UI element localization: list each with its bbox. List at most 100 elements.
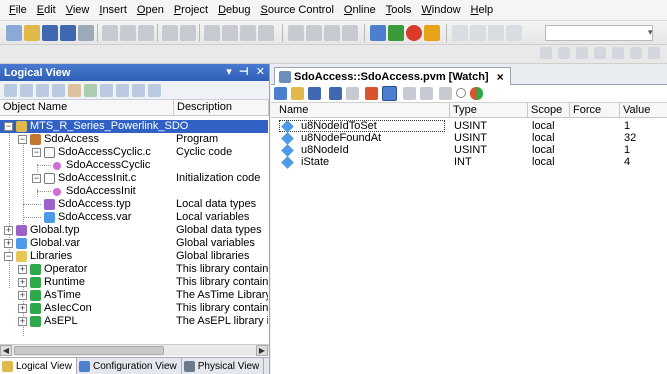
- open-folder-icon[interactable]: [24, 25, 40, 41]
- column-name[interactable]: Name: [271, 103, 450, 117]
- tree-item[interactable]: + Global.var Global variables: [0, 237, 268, 250]
- window-icon[interactable]: [452, 25, 468, 41]
- open-icon[interactable]: [291, 87, 304, 100]
- menu-open[interactable]: Open: [132, 4, 169, 16]
- scroll-thumb[interactable]: [14, 346, 164, 355]
- panel-menu-button[interactable]: ▾: [226, 65, 232, 78]
- menu-insert[interactable]: Insert: [94, 4, 132, 16]
- delete-icon[interactable]: [204, 25, 220, 41]
- scroll-left-icon[interactable]: ◀: [0, 345, 12, 356]
- transfer-icon[interactable]: [324, 25, 340, 41]
- table-row[interactable]: iState INT local 4: [271, 156, 667, 169]
- collapse-toggle[interactable]: −: [4, 252, 13, 261]
- sort-icon[interactable]: [52, 84, 65, 97]
- collapse-toggle[interactable]: −: [32, 174, 41, 183]
- toolbar-combo[interactable]: [545, 25, 653, 41]
- tree-item[interactable]: SdoAccessInit: [0, 185, 268, 198]
- tree-item[interactable]: + AsIecCon This library contains fur: [0, 302, 268, 315]
- package-icon[interactable]: [116, 84, 129, 97]
- menu-help[interactable]: Help: [466, 4, 499, 16]
- tree-item[interactable]: + AsTime The AsTime Library sup: [0, 289, 268, 302]
- expand-toggle[interactable]: +: [4, 226, 13, 235]
- group-icon[interactable]: [36, 84, 49, 97]
- menu-project[interactable]: Project: [169, 4, 213, 16]
- power-icon[interactable]: [406, 25, 422, 41]
- tree-item[interactable]: − Libraries Global libraries: [0, 250, 268, 263]
- remove-variable-icon[interactable]: [365, 87, 378, 100]
- info-icon[interactable]: [540, 47, 552, 59]
- tree-item[interactable]: + Runtime This library contains rur: [0, 276, 268, 289]
- program-tool-icon[interactable]: [100, 84, 113, 97]
- expand-toggle[interactable]: +: [18, 317, 27, 326]
- close-icon[interactable]: ×: [497, 70, 504, 84]
- library-tool-icon[interactable]: [84, 84, 97, 97]
- properties-icon[interactable]: [222, 25, 238, 41]
- warm-restart-icon[interactable]: [424, 25, 440, 41]
- chevron-down-icon[interactable]: ▾: [648, 27, 653, 38]
- panel-pin-button[interactable]: ⊣: [239, 65, 249, 78]
- horizontal-scrollbar[interactable]: ◀ ▶: [0, 344, 269, 356]
- collapse-toggle[interactable]: −: [32, 148, 41, 157]
- new-project-icon[interactable]: [6, 25, 22, 41]
- tab-physical-view[interactable]: Physical View: [182, 358, 265, 374]
- collapse-toggle[interactable]: −: [4, 122, 13, 131]
- save-as-icon[interactable]: [329, 87, 342, 100]
- stop-icon[interactable]: [342, 25, 358, 41]
- expand-toggle[interactable]: +: [18, 265, 27, 274]
- tree-item[interactable]: − MTS_R_Series_Powerlink_SDO: [0, 120, 268, 133]
- debug-window-icon[interactable]: [648, 47, 660, 59]
- copy-icon[interactable]: [120, 25, 136, 41]
- table-row[interactable]: u8NodeFoundAt USINT local 32: [271, 132, 667, 145]
- tree-item[interactable]: SdoAccessCyclic: [0, 159, 268, 172]
- undo-icon[interactable]: [162, 25, 178, 41]
- collapse-toggle[interactable]: −: [18, 135, 27, 144]
- build-icon[interactable]: [288, 25, 304, 41]
- tab-watch[interactable]: SdoAccess::SdoAccess.pvm [Watch] ×: [274, 67, 511, 85]
- menu-window[interactable]: Window: [416, 4, 465, 16]
- menu-debug[interactable]: Debug: [213, 4, 255, 16]
- tree-item[interactable]: − SdoAccessCyclic.c Cyclic code: [0, 146, 268, 159]
- column-force[interactable]: Force: [570, 103, 620, 117]
- binoculars-icon[interactable]: [420, 87, 433, 100]
- table-row[interactable]: u8NodeId USINT local 1: [271, 144, 667, 157]
- tree-item[interactable]: − SdoAccessInit.c Initialization code: [0, 172, 268, 185]
- cascade-icon[interactable]: [488, 25, 504, 41]
- tree-item[interactable]: + AsEPL The AsEPL library is use: [0, 315, 268, 328]
- column-value[interactable]: Value: [620, 103, 667, 117]
- menu-online[interactable]: Online: [339, 4, 381, 16]
- menu-view[interactable]: View: [61, 4, 95, 16]
- monitor-icon[interactable]: [370, 25, 386, 41]
- pencil-icon[interactable]: [274, 87, 287, 100]
- find-icon[interactable]: [240, 25, 256, 41]
- tree-item[interactable]: SdoAccess.var Local variables: [0, 211, 268, 224]
- replace-icon[interactable]: [258, 25, 274, 41]
- tree-item[interactable]: + Global.typ Global data types: [0, 224, 268, 237]
- paste-icon[interactable]: [138, 25, 154, 41]
- expand-toggle[interactable]: +: [18, 278, 27, 287]
- column-type[interactable]: Type: [450, 103, 528, 117]
- step-over-icon[interactable]: [612, 47, 624, 59]
- insert-variable-icon[interactable]: [346, 87, 359, 100]
- save-icon[interactable]: [42, 25, 58, 41]
- column-scope[interactable]: Scope: [528, 103, 570, 117]
- redo-icon[interactable]: [180, 25, 196, 41]
- settings-icon[interactable]: [403, 87, 416, 100]
- step-icon[interactable]: [576, 47, 588, 59]
- menu-tools[interactable]: Tools: [381, 4, 417, 16]
- settings-tool-icon[interactable]: [132, 84, 145, 97]
- expand-toggle[interactable]: +: [18, 291, 27, 300]
- tile-icon[interactable]: [470, 25, 486, 41]
- more-tool-icon[interactable]: [148, 84, 161, 97]
- table-row[interactable]: u8NodeIdToSet USINT local 1: [271, 120, 667, 133]
- tree-item[interactable]: SdoAccess.typ Local data types: [0, 198, 268, 211]
- status-light-icon[interactable]: [470, 87, 483, 100]
- save-all-icon[interactable]: [60, 25, 76, 41]
- scroll-right-icon[interactable]: ▶: [256, 345, 268, 356]
- panel-close-button[interactable]: ✕: [256, 65, 265, 78]
- add-object-icon[interactable]: [68, 84, 81, 97]
- tab-logical-view[interactable]: Logical View: [0, 358, 77, 374]
- tree-item[interactable]: − SdoAccess Program: [0, 133, 268, 146]
- menu-file[interactable]: File: [4, 4, 32, 16]
- rebuild-icon[interactable]: [306, 25, 322, 41]
- stop-icon[interactable]: [456, 88, 466, 98]
